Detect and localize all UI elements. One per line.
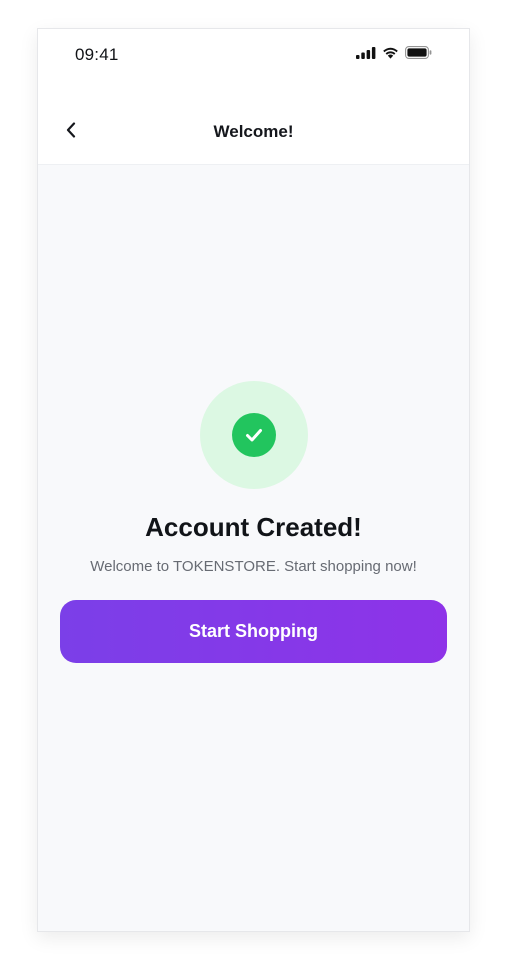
wifi-icon: [382, 46, 399, 64]
check-circle-icon: [232, 413, 276, 457]
success-badge: [200, 381, 308, 489]
success-headline: Account Created!: [145, 512, 362, 542]
status-icons: [356, 46, 432, 64]
page-title: Welcome!: [213, 122, 294, 141]
signal-icon: [356, 46, 376, 64]
success-message: Welcome to TOKENSTORE. Start shopping no…: [90, 558, 417, 575]
phone-screen: 09:41 Welcome! Account Created! Welcome …: [37, 28, 470, 932]
status-time: 09:41: [75, 45, 119, 64]
battery-icon: [405, 46, 432, 64]
start-shopping-button[interactable]: Start Shopping: [60, 600, 447, 663]
top-bar: 09:41 Welcome!: [38, 29, 469, 165]
